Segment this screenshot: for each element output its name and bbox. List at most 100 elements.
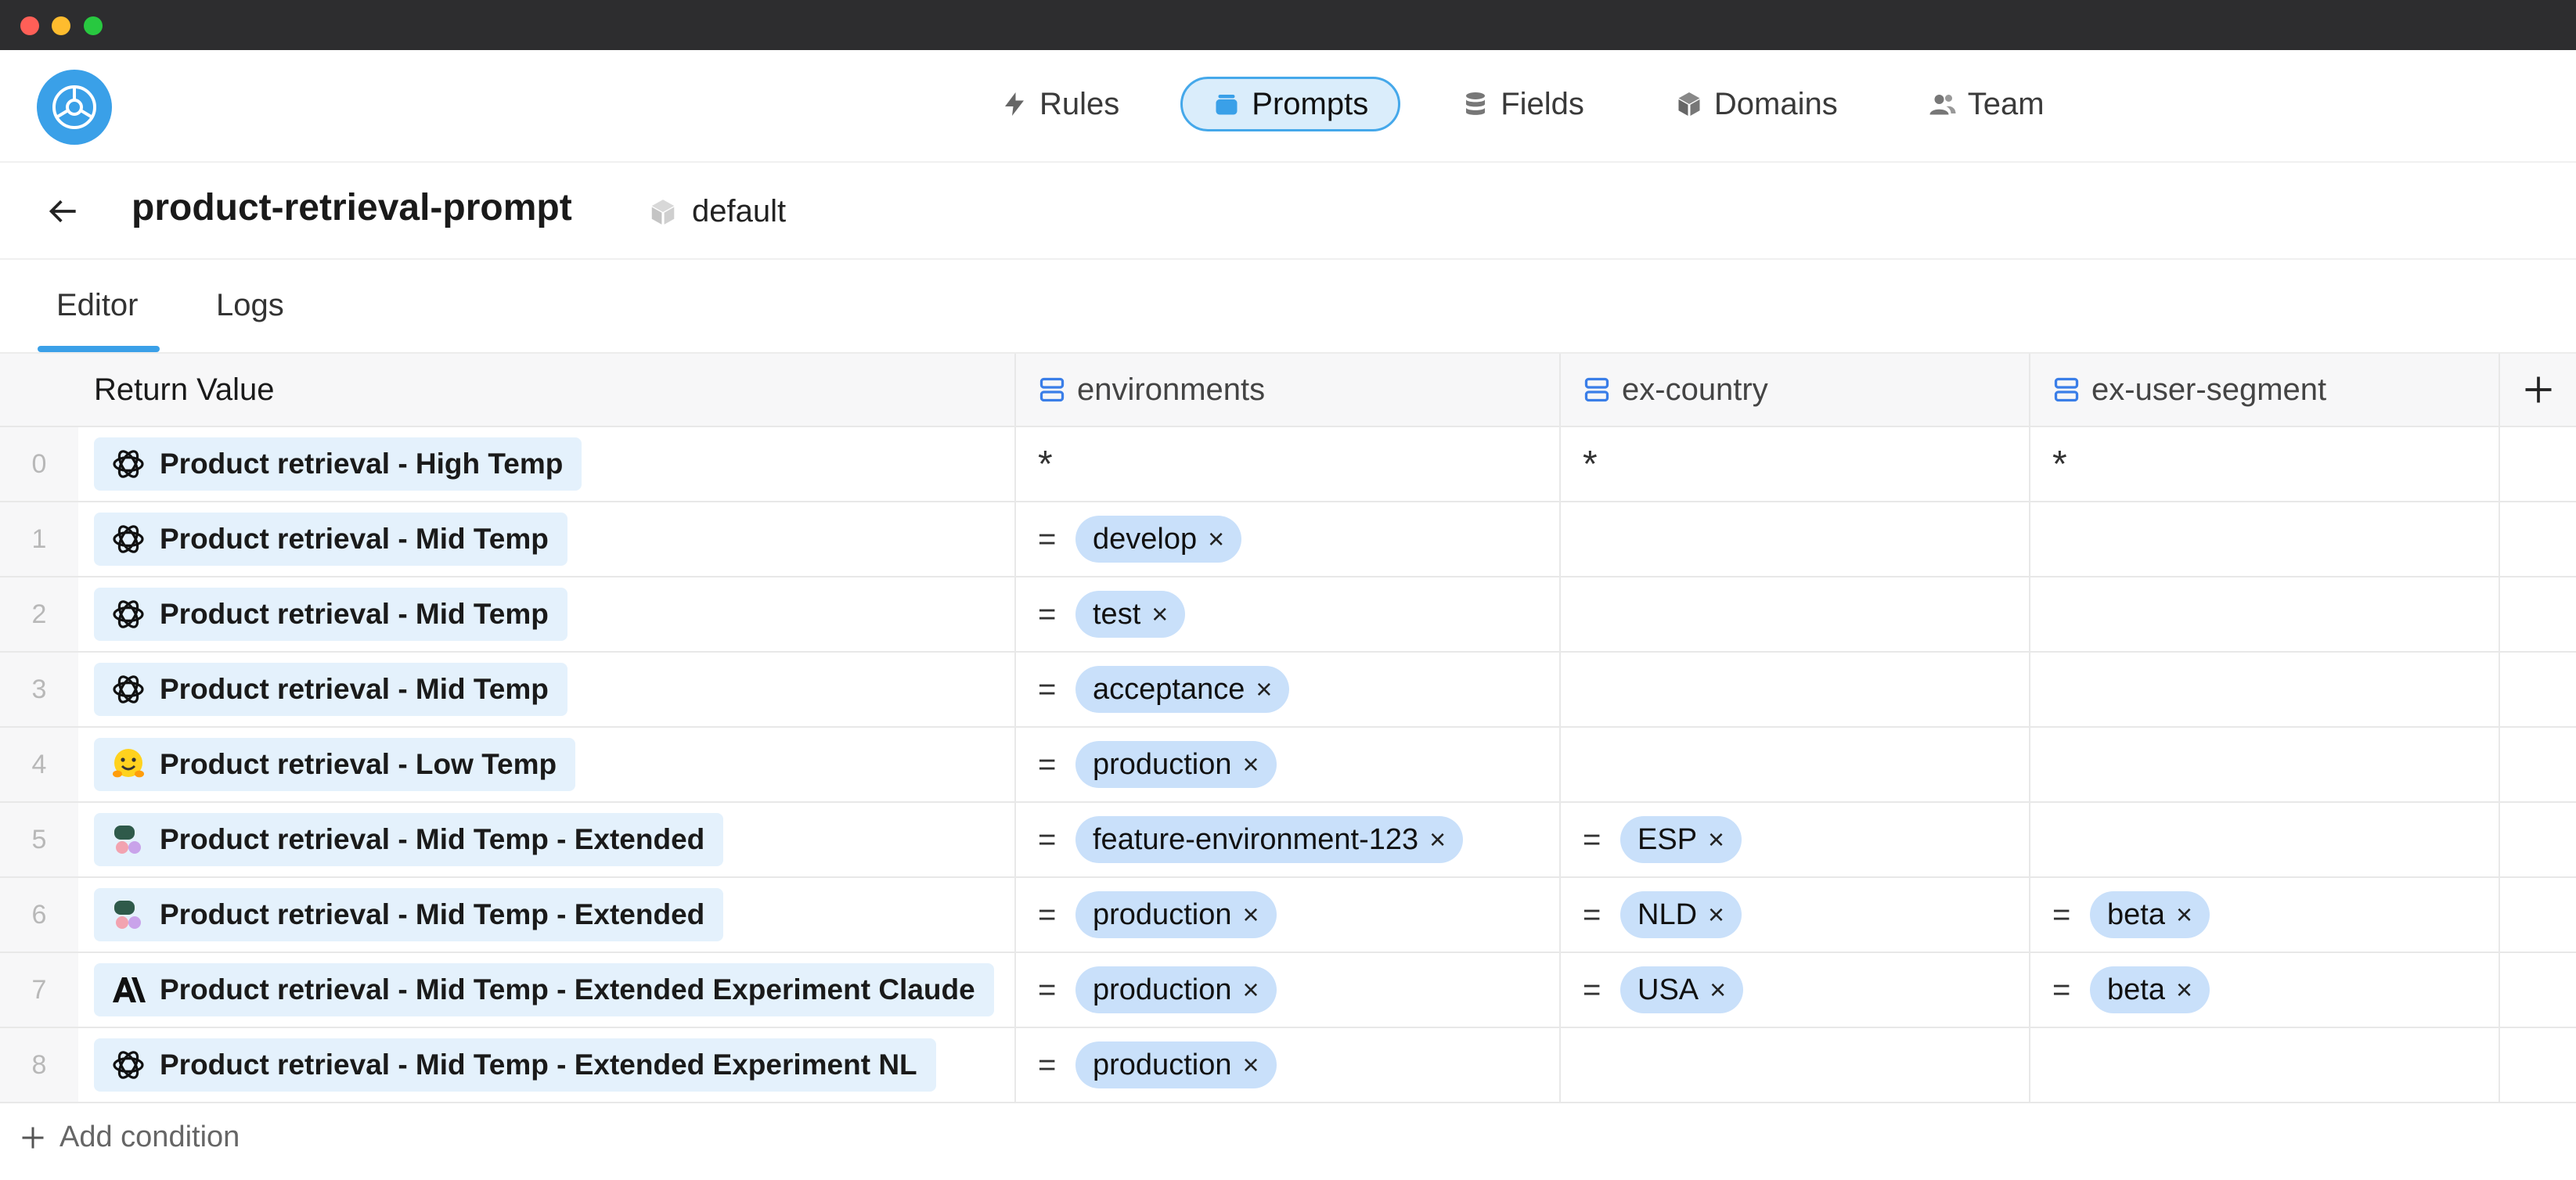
return-value-chip[interactable]: Product retrieval - Mid Temp - Extended: [94, 813, 724, 866]
return-value-chip[interactable]: Product retrieval - Mid Temp - Extended …: [94, 963, 994, 1016]
ex-user-segment-cell[interactable]: [2030, 653, 2500, 726]
tab-editor[interactable]: Editor: [56, 288, 139, 323]
maximize-window-button[interactable]: [84, 16, 103, 35]
value-chip[interactable]: production ×: [1075, 891, 1277, 938]
nav-item-fields[interactable]: Fields: [1432, 77, 1614, 131]
value-chip[interactable]: NLD ×: [1620, 891, 1742, 938]
ex-country-cell[interactable]: *: [1561, 427, 2030, 501]
ex-country-cell[interactable]: [1561, 728, 2030, 801]
value-chip[interactable]: beta ×: [2090, 966, 2210, 1013]
return-value-chip[interactable]: Product retrieval - Mid Temp - Extended …: [94, 1038, 936, 1092]
remove-chip-icon[interactable]: ×: [1151, 598, 1168, 631]
return-value-chip[interactable]: Product retrieval - Mid Temp: [94, 588, 567, 641]
value-chip[interactable]: production ×: [1075, 1041, 1277, 1088]
minimize-window-button[interactable]: [52, 16, 70, 35]
ex-country-cell[interactable]: = ESP ×: [1561, 803, 2030, 876]
ex-country-cell[interactable]: [1561, 1028, 2030, 1102]
return-value-cell[interactable]: Product retrieval - Mid Temp: [78, 502, 1016, 576]
arrow-left-icon[interactable]: [47, 194, 81, 228]
app-logo[interactable]: [37, 70, 112, 145]
nav-item-rules[interactable]: Rules: [971, 77, 1149, 131]
ex-user-segment-cell[interactable]: = beta ×: [2030, 878, 2500, 952]
nav-item-domains[interactable]: Domains: [1645, 77, 1868, 131]
remove-chip-icon[interactable]: ×: [2176, 973, 2192, 1006]
column-header-ex-country[interactable]: ex-country: [1561, 354, 2030, 426]
remove-chip-icon[interactable]: ×: [1242, 1049, 1259, 1081]
value-chip[interactable]: test ×: [1075, 591, 1186, 638]
value-chip[interactable]: production ×: [1075, 966, 1277, 1013]
domain-badge[interactable]: default: [648, 194, 786, 229]
nav-item-prompts[interactable]: Prompts: [1180, 77, 1401, 131]
remove-chip-icon[interactable]: ×: [2176, 898, 2192, 931]
row-spacer-cell: [2500, 728, 2576, 801]
ex-country-cell[interactable]: [1561, 502, 2030, 576]
ex-user-segment-cell[interactable]: [2030, 728, 2500, 801]
table-row[interactable]: 5 Product retrieval - Mid Temp - Extended…: [0, 803, 2576, 878]
table-row[interactable]: 7 Product retrieval - Mid Temp - Extended…: [0, 953, 2576, 1028]
environments-cell[interactable]: = develop ×: [1016, 502, 1561, 576]
ex-user-segment-cell[interactable]: *: [2030, 427, 2500, 501]
return-value-cell[interactable]: Product retrieval - Low Temp: [78, 728, 1016, 801]
table-row[interactable]: 6 Product retrieval - Mid Temp - Extended…: [0, 878, 2576, 953]
value-chip[interactable]: production ×: [1075, 741, 1277, 788]
nav-item-team[interactable]: Team: [1899, 77, 2074, 131]
value-chip[interactable]: USA ×: [1620, 966, 1744, 1013]
ex-country-cell[interactable]: = USA ×: [1561, 953, 2030, 1027]
value-chip[interactable]: acceptance ×: [1075, 666, 1290, 713]
environments-cell[interactable]: = production ×: [1016, 1028, 1561, 1102]
return-value-cell[interactable]: Product retrieval - Mid Temp - Extended: [78, 803, 1016, 876]
remove-chip-icon[interactable]: ×: [1242, 898, 1259, 931]
chip-label: acceptance: [1093, 672, 1245, 706]
environments-cell[interactable]: = production ×: [1016, 728, 1561, 801]
ex-user-segment-cell[interactable]: [2030, 577, 2500, 651]
return-value-cell[interactable]: Product retrieval - Mid Temp - Extended …: [78, 1028, 1016, 1102]
environments-cell[interactable]: = production ×: [1016, 953, 1561, 1027]
environments-cell[interactable]: = acceptance ×: [1016, 653, 1561, 726]
add-condition-button[interactable]: Add condition: [19, 1121, 240, 1154]
return-value-chip[interactable]: Product retrieval - Mid Temp - Extended: [94, 888, 724, 941]
environments-cell[interactable]: *: [1016, 427, 1561, 501]
remove-chip-icon[interactable]: ×: [1242, 748, 1259, 781]
ex-country-cell[interactable]: [1561, 653, 2030, 726]
value-chip[interactable]: ESP ×: [1620, 816, 1742, 863]
return-value-cell[interactable]: Product retrieval - Mid Temp - Extended …: [78, 953, 1016, 1027]
return-value-cell[interactable]: Product retrieval - High Temp: [78, 427, 1016, 501]
table-row[interactable]: 0 Product retrieval - High Temp * * *: [0, 427, 2576, 502]
return-value-cell[interactable]: Product retrieval - Mid Temp: [78, 653, 1016, 726]
return-value-chip[interactable]: Product retrieval - High Temp: [94, 437, 582, 491]
remove-chip-icon[interactable]: ×: [1429, 823, 1446, 856]
remove-chip-icon[interactable]: ×: [1208, 523, 1224, 556]
table-row[interactable]: 1 Product retrieval - Mid Temp = develop ×: [0, 502, 2576, 577]
return-value-cell[interactable]: Product retrieval - Mid Temp: [78, 577, 1016, 651]
environments-cell[interactable]: = feature-environment-123 ×: [1016, 803, 1561, 876]
ex-user-segment-cell[interactable]: [2030, 803, 2500, 876]
ex-country-cell[interactable]: = NLD ×: [1561, 878, 2030, 952]
remove-chip-icon[interactable]: ×: [1708, 898, 1724, 931]
ex-user-segment-cell[interactable]: [2030, 1028, 2500, 1102]
return-value-chip[interactable]: Product retrieval - Low Temp: [94, 738, 576, 791]
column-header-environments[interactable]: environments: [1016, 354, 1561, 426]
value-chip[interactable]: develop ×: [1075, 516, 1242, 563]
environments-cell[interactable]: = production ×: [1016, 878, 1561, 952]
ex-country-cell[interactable]: [1561, 577, 2030, 651]
return-value-cell[interactable]: Product retrieval - Mid Temp - Extended: [78, 878, 1016, 952]
environments-cell[interactable]: = test ×: [1016, 577, 1561, 651]
ex-user-segment-cell[interactable]: = beta ×: [2030, 953, 2500, 1027]
remove-chip-icon[interactable]: ×: [1710, 973, 1726, 1006]
remove-chip-icon[interactable]: ×: [1242, 973, 1259, 1006]
value-chip[interactable]: beta ×: [2090, 891, 2210, 938]
table-row[interactable]: 4 Product retrieval - Low Temp = production…: [0, 728, 2576, 803]
table-row[interactable]: 8 Product retrieval - Mid Temp - Extended…: [0, 1028, 2576, 1103]
tab-logs[interactable]: Logs: [216, 288, 284, 323]
table-row[interactable]: 3 Product retrieval - Mid Temp = acceptance…: [0, 653, 2576, 728]
return-value-chip[interactable]: Product retrieval - Mid Temp: [94, 513, 567, 566]
remove-chip-icon[interactable]: ×: [1256, 673, 1272, 706]
column-header-ex-user-segment[interactable]: ex-user-segment: [2030, 354, 2500, 426]
add-column-button[interactable]: [2500, 354, 2576, 426]
return-value-chip[interactable]: Product retrieval - Mid Temp: [94, 663, 567, 716]
ex-user-segment-cell[interactable]: [2030, 502, 2500, 576]
value-chip[interactable]: feature-environment-123 ×: [1075, 816, 1464, 863]
remove-chip-icon[interactable]: ×: [1708, 823, 1724, 856]
table-row[interactable]: 2 Product retrieval - Mid Temp = test ×: [0, 577, 2576, 653]
close-window-button[interactable]: [20, 16, 39, 35]
